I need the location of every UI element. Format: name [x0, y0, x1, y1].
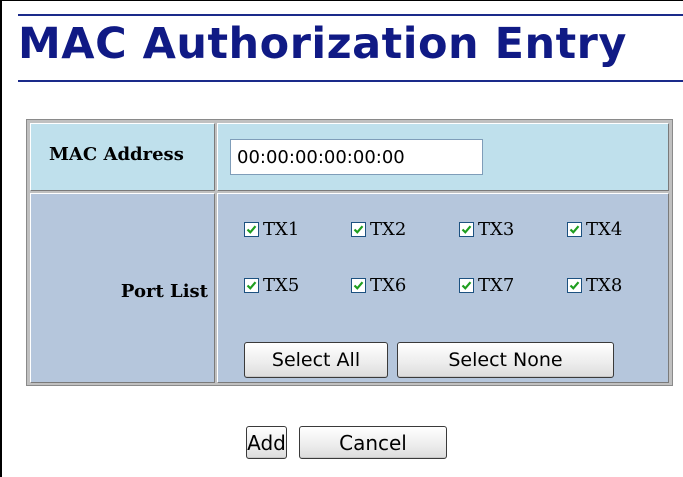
check-mark-icon	[353, 224, 364, 234]
port-checkbox-6[interactable]: TX6	[351, 274, 406, 296]
mac-address-value-cell	[217, 123, 669, 191]
cancel-button[interactable]: Cancel	[299, 426, 447, 459]
checkbox-box[interactable]	[351, 221, 366, 237]
page-frame-top	[0, 0, 683, 1]
mac-address-label: MAC Address	[49, 144, 184, 165]
port-checkbox-8[interactable]: TX8	[567, 274, 622, 296]
port-checkbox-2[interactable]: TX2	[351, 218, 406, 240]
checkbox-box[interactable]	[244, 277, 259, 293]
port-label: TX1	[263, 218, 300, 240]
port-checkbox-1[interactable]: TX1	[244, 218, 299, 240]
check-mark-icon	[353, 280, 364, 290]
check-mark-icon	[246, 280, 257, 290]
checkbox-box[interactable]	[567, 221, 582, 237]
select-all-button[interactable]: Select All	[244, 342, 388, 378]
check-mark-icon	[246, 224, 257, 234]
mac-entry-table: MAC Address Port List TX1 TX2 TX3 TX4 TX5 TX6…	[26, 119, 673, 386]
port-label: TX3	[478, 218, 515, 240]
port-label: TX5	[263, 274, 300, 296]
checkbox-box[interactable]	[459, 277, 474, 293]
page-title: MAC Authorization Entry	[18, 19, 627, 69]
port-list-value-cell: TX1 TX2 TX3 TX4 TX5 TX6 TX7 TX8 Select All Sele…	[217, 193, 669, 383]
select-none-button[interactable]: Select None	[397, 342, 614, 378]
check-mark-icon	[461, 224, 472, 234]
port-list-label: Port List	[120, 281, 208, 302]
port-checkbox-4[interactable]: TX4	[567, 218, 622, 240]
port-label: TX7	[478, 274, 515, 296]
checkbox-box[interactable]	[244, 221, 259, 237]
check-mark-icon	[461, 280, 472, 290]
page-frame-left	[0, 0, 2, 477]
checkbox-box[interactable]	[351, 277, 366, 293]
port-checkbox-5[interactable]: TX5	[244, 274, 299, 296]
mac-address-label-cell: MAC Address	[30, 123, 215, 191]
port-label: TX4	[586, 218, 623, 240]
checkbox-box[interactable]	[567, 277, 582, 293]
port-label: TX6	[370, 274, 407, 296]
title-underline	[18, 80, 683, 82]
checkbox-box[interactable]	[459, 221, 474, 237]
check-mark-icon	[569, 280, 580, 290]
add-button[interactable]: Add	[246, 426, 287, 459]
title-top-rule	[18, 14, 683, 16]
check-mark-icon	[569, 224, 580, 234]
port-list-label-cell: Port List	[30, 193, 215, 383]
port-checkbox-3[interactable]: TX3	[459, 218, 514, 240]
port-checkbox-7[interactable]: TX7	[459, 274, 514, 296]
mac-address-input[interactable]	[230, 139, 483, 175]
port-label: TX8	[586, 274, 623, 296]
port-label: TX2	[370, 218, 407, 240]
